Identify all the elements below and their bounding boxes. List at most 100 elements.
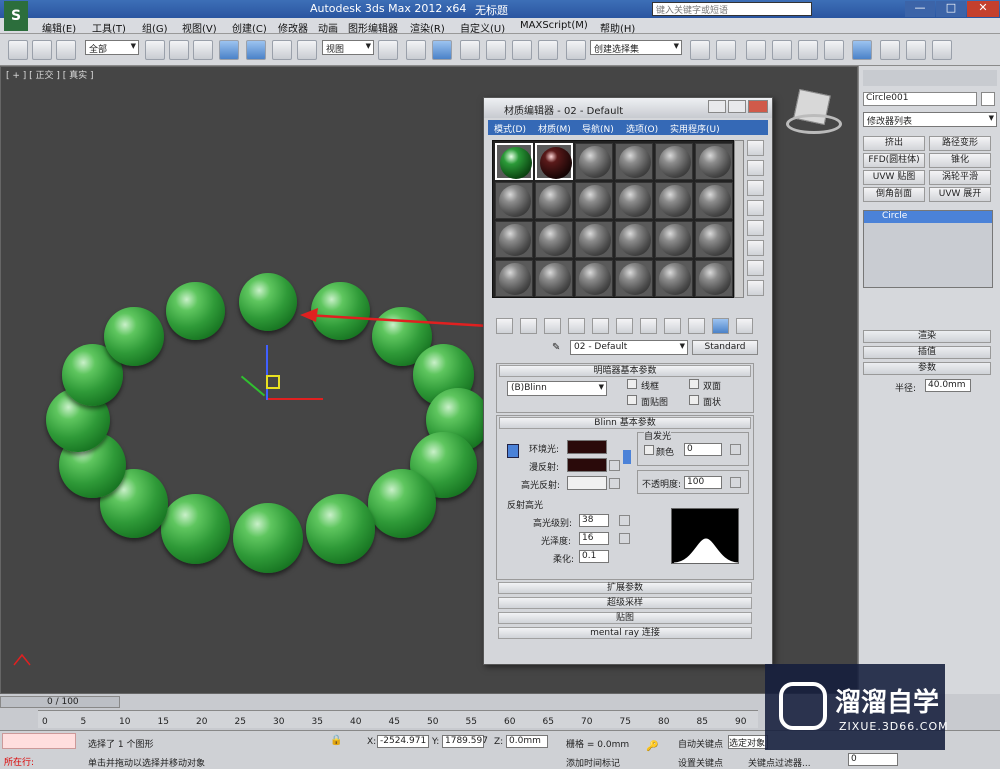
me-menu-material[interactable]: 材质(M) xyxy=(538,122,571,135)
make-unique-icon[interactable] xyxy=(592,318,609,334)
material-slot[interactable] xyxy=(495,182,533,219)
lock-ambient-diffuse-icon[interactable] xyxy=(507,444,519,458)
stack-tools[interactable] xyxy=(867,294,991,308)
set-key-button[interactable]: 设置关键点 xyxy=(678,756,723,769)
specular-level-spinner[interactable]: 38 xyxy=(579,514,609,527)
radius-spinner[interactable]: 40.0mm xyxy=(925,379,971,392)
material-slot[interactable] xyxy=(535,260,573,297)
put-to-library-icon[interactable] xyxy=(616,318,633,334)
me-maximize-button[interactable] xyxy=(728,100,746,113)
modifier-list-dropdown[interactable]: 修改器列表 xyxy=(863,112,997,127)
glossiness-map-button[interactable] xyxy=(619,533,630,544)
face-map-checkbox[interactable] xyxy=(627,395,637,405)
make-preview-icon[interactable] xyxy=(747,240,764,256)
material-slot[interactable] xyxy=(495,260,533,297)
key-mode-dropdown[interactable]: 选定对象 xyxy=(728,735,768,749)
video-color-check-icon[interactable] xyxy=(747,220,764,236)
two-sided-checkbox[interactable] xyxy=(689,379,699,389)
material-slot[interactable] xyxy=(575,143,613,180)
diffuse-map-button[interactable] xyxy=(609,460,620,471)
specular-map-button[interactable] xyxy=(609,478,620,489)
me-menu-mode[interactable]: 模式(D) xyxy=(494,122,526,135)
rollout-rendering[interactable]: 渲染 xyxy=(863,330,991,343)
me-menu-options[interactable]: 选项(O) xyxy=(626,122,658,135)
me-close-button[interactable] xyxy=(748,100,768,113)
rollout-maps[interactable]: 贴图 xyxy=(498,612,752,624)
put-to-scene-icon[interactable] xyxy=(520,318,537,334)
background-icon[interactable] xyxy=(747,180,764,196)
assign-to-selection-icon[interactable] xyxy=(544,318,561,334)
shader-params-header[interactable]: 明暗器基本参数 xyxy=(499,365,751,377)
me-menu-navigation[interactable]: 导航(N) xyxy=(582,122,614,135)
select-by-material-icon[interactable] xyxy=(747,280,764,296)
material-slot[interactable] xyxy=(535,182,573,219)
material-slot[interactable] xyxy=(575,182,613,219)
modifier-stack[interactable]: Circle xyxy=(863,210,993,288)
soften-spinner[interactable]: 0.1 xyxy=(579,550,609,563)
material-type-button[interactable]: Standard xyxy=(692,340,758,355)
opacity-map-button[interactable] xyxy=(730,477,741,488)
glossiness-spinner[interactable]: 16 xyxy=(579,532,609,545)
material-id-icon[interactable] xyxy=(640,318,657,334)
material-slot[interactable] xyxy=(655,143,693,180)
rollout-extended-params[interactable]: 扩展参数 xyxy=(498,582,752,594)
material-editor-titlebar[interactable]: 材质编辑器 - 02 - Default xyxy=(484,98,772,118)
modifier-unwrap-uvw-button[interactable]: UVW 展开 xyxy=(929,187,991,202)
add-time-tag[interactable]: 添加时间标记 xyxy=(566,756,620,769)
self-illum-spinner[interactable]: 0 xyxy=(684,443,722,456)
material-slot[interactable] xyxy=(695,260,733,297)
reset-map-icon[interactable] xyxy=(568,318,585,334)
uv-tiling-icon[interactable] xyxy=(747,200,764,216)
show-map-icon[interactable] xyxy=(664,318,681,334)
object-color-swatch[interactable] xyxy=(981,92,995,106)
self-illum-color-checkbox[interactable] xyxy=(644,445,654,455)
modifier-bevel-profile-button[interactable]: 倒角剖面 xyxy=(863,187,925,202)
modifier-path-deform-button[interactable]: 路径变形 xyxy=(929,136,991,151)
material-name-dropdown[interactable]: 02 - Default xyxy=(570,340,688,355)
panel-tabs[interactable] xyxy=(863,70,997,86)
sample-type-icon[interactable] xyxy=(747,140,764,156)
material-slot[interactable] xyxy=(575,260,613,297)
modifier-ffd-button[interactable]: FFD(圆柱体) xyxy=(863,153,925,168)
get-material-icon[interactable] xyxy=(496,318,513,334)
go-to-parent-icon[interactable] xyxy=(712,318,729,334)
specular-color-swatch[interactable] xyxy=(567,476,607,490)
rollout-mental-ray[interactable]: mental ray 连接 xyxy=(498,627,752,639)
timeline-ruler[interactable]: 0 5 10 15 20 25 30 35 40 45 50 55 60 65 70 75 80 85 90 xyxy=(38,710,758,728)
specular-level-map-button[interactable] xyxy=(619,515,630,526)
backlight-icon[interactable] xyxy=(747,160,764,176)
time-slider[interactable]: 0 / 100 xyxy=(0,696,120,708)
ambient-color-swatch[interactable] xyxy=(567,440,607,454)
material-slot[interactable] xyxy=(615,221,653,258)
me-minimize-button[interactable] xyxy=(708,100,726,113)
opacity-spinner[interactable]: 100 xyxy=(684,476,722,489)
object-name-field[interactable]: Circle001 xyxy=(863,92,977,106)
material-slot[interactable] xyxy=(695,143,733,180)
rollout-supersampling[interactable]: 超级采样 xyxy=(498,597,752,609)
material-slot[interactable] xyxy=(695,182,733,219)
rollout-parameters[interactable]: 参数 xyxy=(863,362,991,375)
current-frame-field[interactable]: 0 xyxy=(848,753,898,766)
key-icon[interactable]: 🔑 xyxy=(646,741,670,757)
modifier-extrude-button[interactable]: 挤出 xyxy=(863,136,925,151)
diffuse-color-swatch[interactable] xyxy=(567,458,607,472)
material-slot[interactable] xyxy=(535,221,573,258)
options-icon[interactable] xyxy=(747,260,764,276)
modifier-taper-button[interactable]: 锥化 xyxy=(929,153,991,168)
x-coord-field[interactable]: -2524.971 xyxy=(377,735,429,748)
material-slot[interactable] xyxy=(615,182,653,219)
lock-diffuse-specular-icon[interactable] xyxy=(623,450,631,464)
material-slot[interactable] xyxy=(495,143,533,180)
me-menu-utilities[interactable]: 实用程序(U) xyxy=(670,122,720,135)
material-slot[interactable] xyxy=(655,221,693,258)
material-slot[interactable] xyxy=(655,260,693,297)
material-slot[interactable] xyxy=(495,221,533,258)
material-slot[interactable] xyxy=(655,182,693,219)
go-forward-sibling-icon[interactable] xyxy=(736,318,753,334)
show-end-result-icon[interactable] xyxy=(688,318,705,334)
stack-item-circle[interactable]: Circle xyxy=(864,211,992,223)
auto-key-button[interactable]: 自动关键点 xyxy=(678,737,723,750)
key-filters-button[interactable]: 关键点过滤器... xyxy=(748,756,811,769)
modifier-uvw-map-button[interactable]: UVW 贴图 xyxy=(863,170,925,185)
blinn-params-header[interactable]: Blinn 基本参数 xyxy=(499,417,751,429)
